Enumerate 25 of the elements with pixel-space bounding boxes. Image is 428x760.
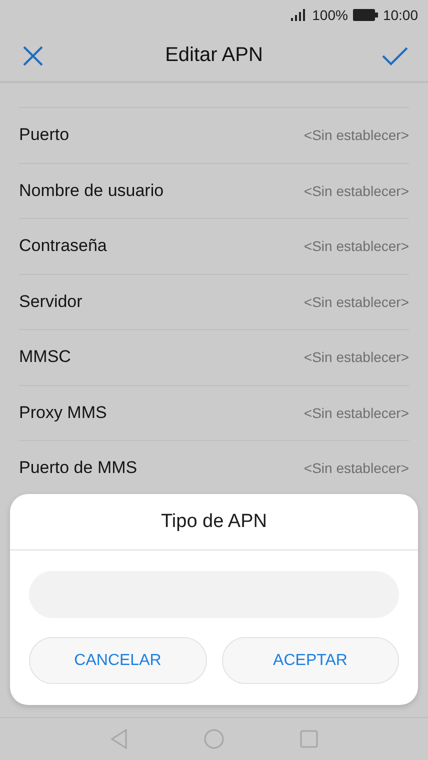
setting-label[interactable]: Puerto de MMS bbox=[19, 458, 138, 478]
setting-value: <Sin establecer> bbox=[304, 294, 409, 310]
cancel-button[interactable]: CANCELAR bbox=[29, 637, 206, 684]
setting-value: <Sin establecer> bbox=[304, 404, 409, 421]
accept-button[interactable]: ACEPTAR bbox=[222, 637, 399, 684]
back-icon[interactable] bbox=[110, 729, 128, 749]
clock-time: 10:00 bbox=[382, 7, 418, 23]
setting-value: <Sin establecer> bbox=[304, 182, 409, 199]
setting-value: <Sin establecer> bbox=[304, 349, 409, 366]
setting-label[interactable]: Nombre de usuario bbox=[19, 180, 164, 201]
dialog-title: Tipo de APN bbox=[161, 510, 267, 532]
setting-value: <Sin establecer> bbox=[304, 460, 409, 476]
setting-label[interactable]: Proxy MMS bbox=[19, 402, 107, 423]
battery-icon bbox=[352, 9, 378, 21]
recent-apps-icon[interactable] bbox=[300, 730, 318, 748]
setting-label[interactable]: MMSC bbox=[19, 347, 71, 368]
signal-icon bbox=[291, 9, 308, 21]
setting-label[interactable]: Servidor bbox=[19, 292, 82, 312]
screen-title: Editar APN bbox=[165, 44, 263, 67]
setting-label[interactable]: Contraseña bbox=[19, 236, 107, 256]
setting-value: <Sin establecer> bbox=[304, 127, 409, 144]
battery-percent: 100% bbox=[312, 7, 348, 23]
home-icon[interactable] bbox=[204, 729, 224, 749]
setting-value: <Sin establecer> bbox=[304, 238, 409, 254]
setting-label[interactable]: Puerto bbox=[19, 125, 70, 146]
